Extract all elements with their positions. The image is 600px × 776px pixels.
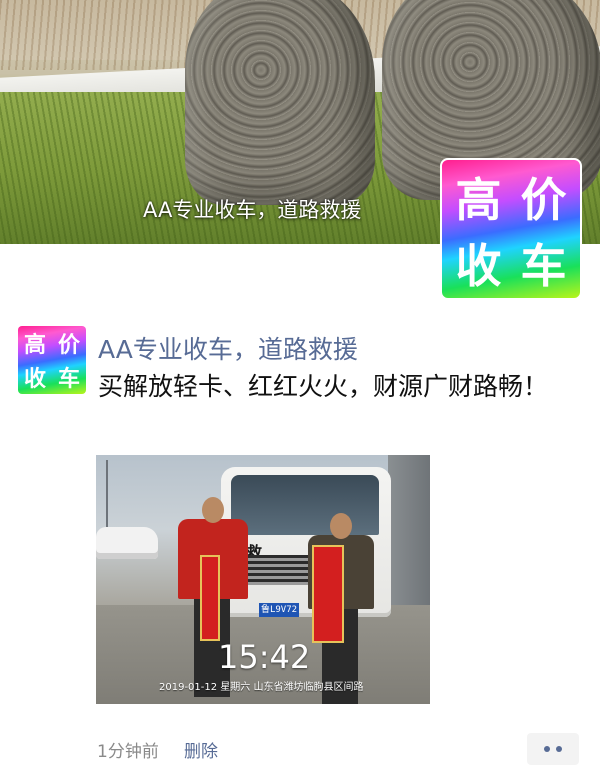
red-banner: [200, 555, 220, 641]
photo-date-location-overlay: 2019-01-12 星期六 山东省潍坊临朐县区间路: [159, 682, 364, 693]
truck-windshield: [231, 475, 379, 535]
avatar-glyph: 收: [23, 367, 46, 392]
more-actions-button[interactable]: [527, 733, 579, 765]
profile-avatar[interactable]: 高 价 收 车: [440, 158, 582, 300]
photo-time-overlay: 15:42: [218, 638, 311, 676]
car: [96, 527, 158, 559]
tree-trunk: [185, 0, 375, 205]
post-photo[interactable]: 救 鲁L9V72 15:42 2019-01-12 星期六 山东省潍坊临朐县区间…: [96, 455, 430, 704]
avatar-glyph: 车: [57, 367, 80, 392]
building: [388, 455, 430, 605]
moments-page: AA专业收车，道路救援 高 价 收 车 高 价 收 车 AA专业收车，道路救援 …: [0, 0, 600, 776]
avatar-glyph: 高: [455, 173, 502, 227]
post-author-name[interactable]: AA专业收车，道路救援: [98, 330, 358, 366]
more-dots-icon: [544, 746, 550, 752]
license-plate: 鲁L9V72: [259, 603, 299, 617]
delete-link[interactable]: 删除: [184, 737, 218, 762]
post-text: 买解放轻卡、红红火火，财源广财路畅！: [98, 372, 549, 401]
avatar-glyph: 收: [455, 239, 502, 293]
more-dots-icon: [556, 746, 562, 752]
avatar-glyph: 车: [520, 239, 567, 293]
post-time: 1分钟前: [97, 742, 159, 762]
red-banner: [312, 545, 344, 643]
avatar-glyph: 高: [23, 333, 46, 358]
avatar-glyph: 价: [520, 173, 567, 227]
post-author-avatar[interactable]: 高 价 收 车: [18, 326, 86, 394]
cover-username: AA专业收车，道路救援: [143, 198, 362, 222]
avatar-glyph: 价: [57, 333, 80, 358]
